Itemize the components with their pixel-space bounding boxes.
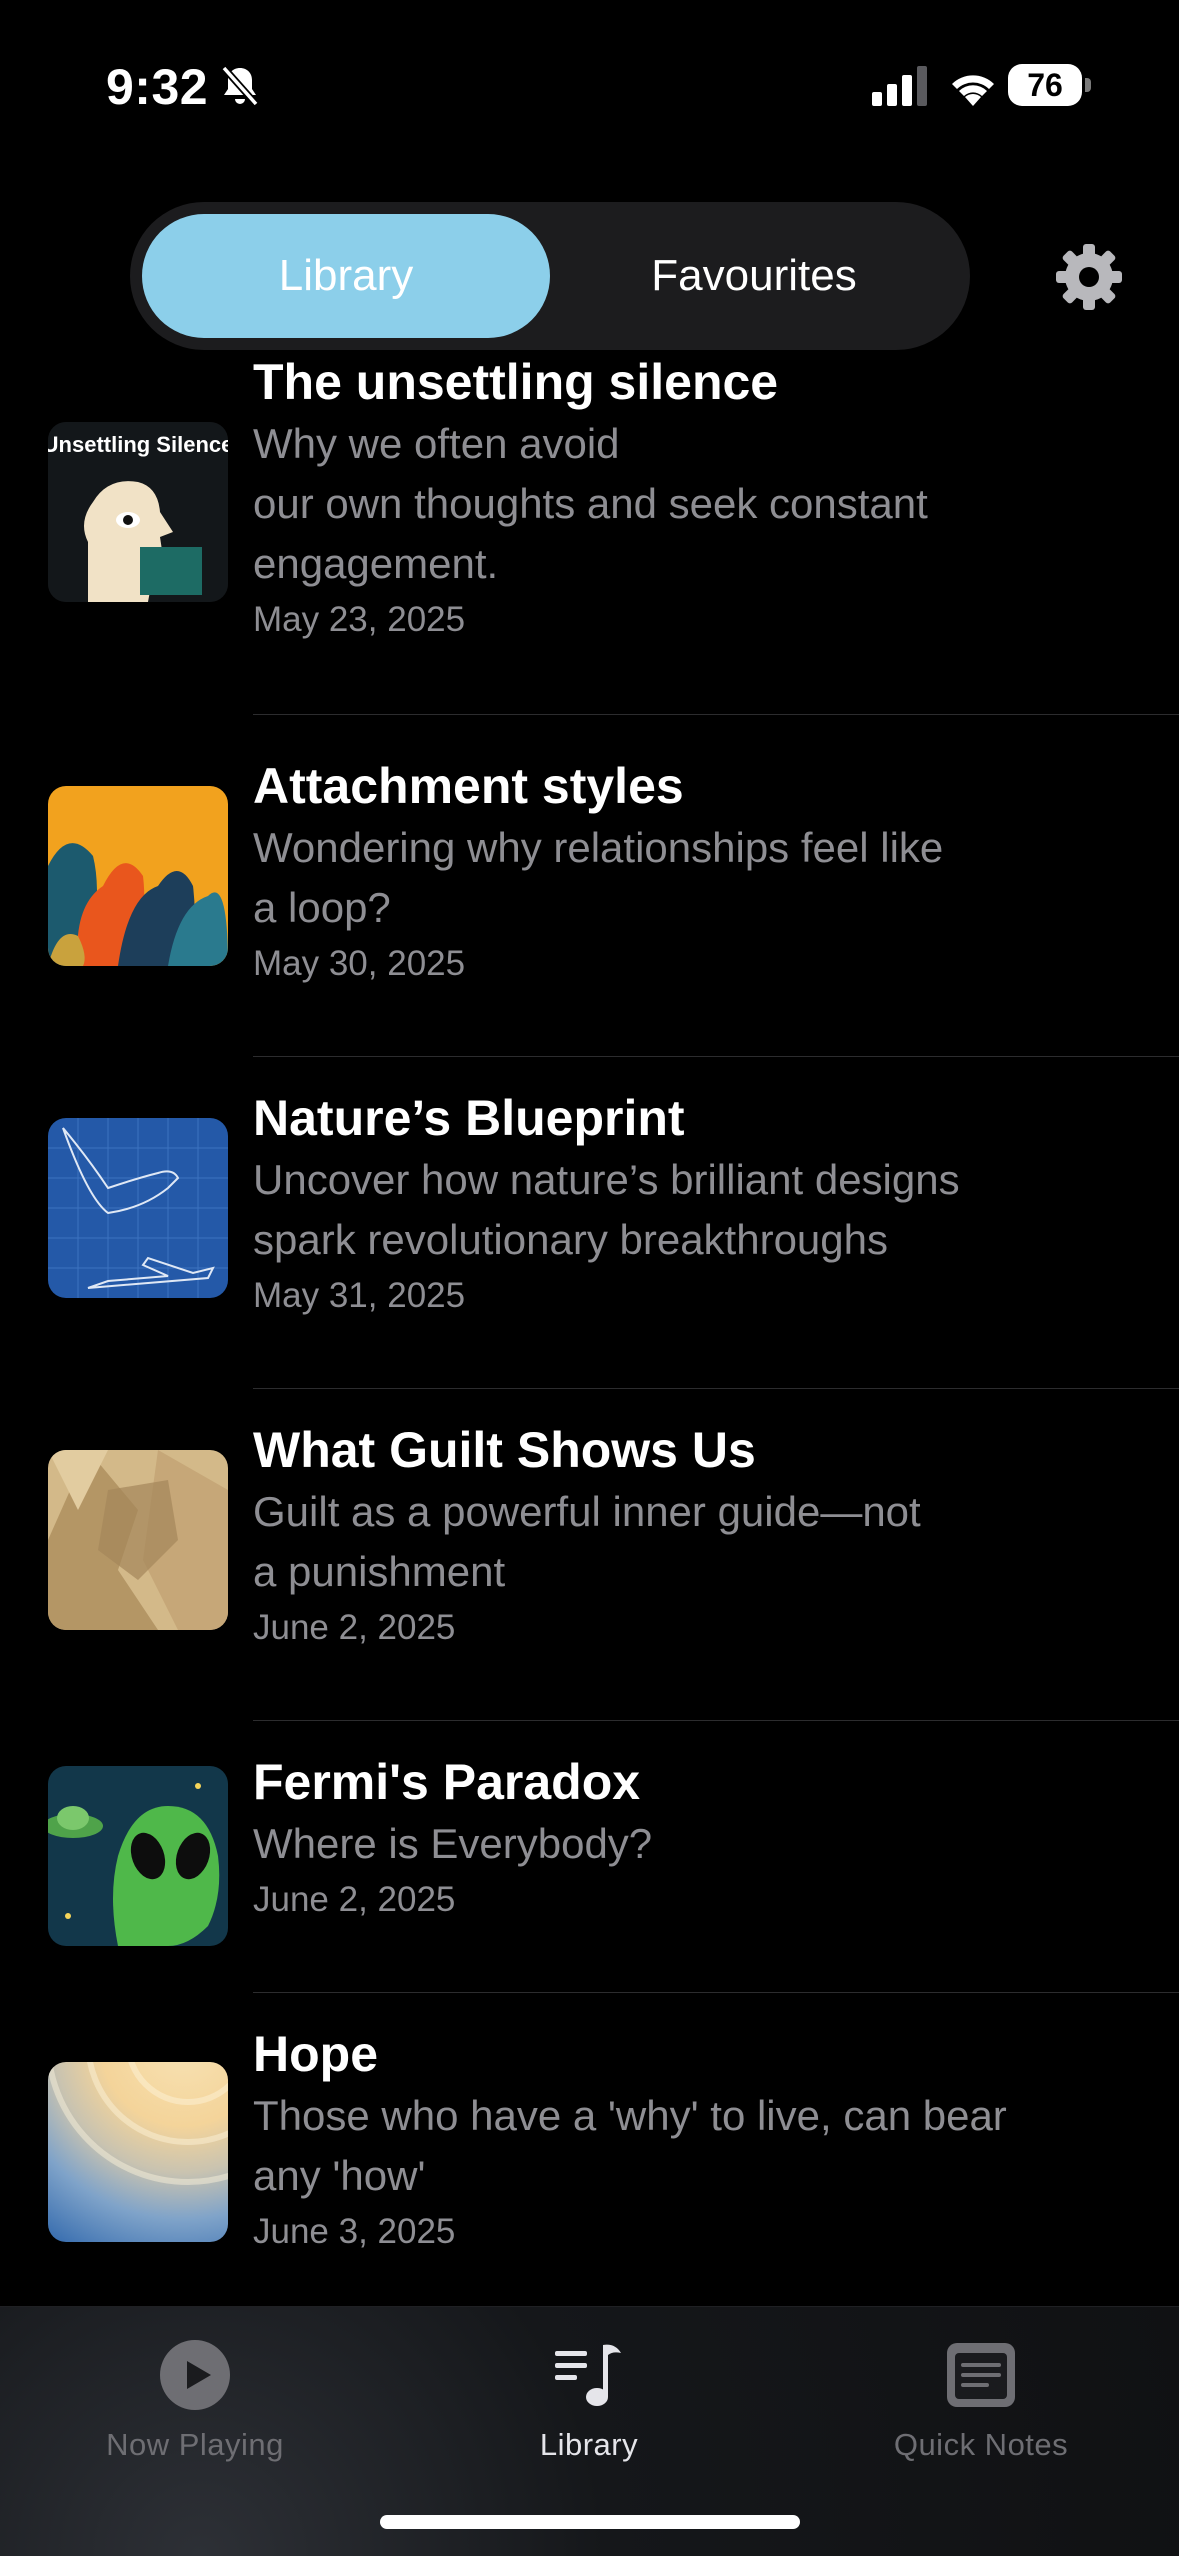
status-bar: 9:32 76 <box>0 0 1179 170</box>
episode-title: Attachment styles <box>253 758 684 814</box>
tab-library[interactable]: Library <box>142 214 550 338</box>
episode-artwork <box>48 786 228 966</box>
episode-date: June 3, 2025 <box>253 2212 456 2251</box>
battery-level: 76 <box>1008 64 1082 106</box>
episode-subtitle: Guilt as a powerful inner guide—not a pun… <box>253 1488 921 1595</box>
episode-subtitle: Where is Everybody? <box>253 1820 653 1867</box>
tab-label: Quick Notes <box>893 2427 1069 2462</box>
list-item[interactable]: Hope Those who have a 'why' to live, can… <box>0 1992 1179 2306</box>
guilt-artwork <box>48 1450 228 1630</box>
episode-date: May 23, 2025 <box>253 600 466 639</box>
screen: 9:32 76 Library Favourites Unsettling Si… <box>0 0 1179 2556</box>
tab-label: Now Playing <box>106 2427 284 2462</box>
tab-now-playing[interactable]: Now Playing <box>45 2327 345 2477</box>
divider <box>253 714 1179 715</box>
episode-list[interactable]: Unsettling Silence The unsettling silenc… <box>0 360 1179 2306</box>
episode-text: Attachment styles Wondering why relation… <box>253 754 1113 990</box>
wifi-icon <box>952 75 994 106</box>
episode-title: What Guilt Shows Us <box>253 1422 756 1478</box>
list-item[interactable]: Nature’s Blueprint Uncover how nature’s … <box>0 1056 1179 1389</box>
music-list-icon <box>555 2344 621 2406</box>
list-item[interactable]: Fermi's Paradox Where is Everybody? June… <box>0 1720 1179 1993</box>
attachment-artwork <box>48 786 228 966</box>
alien-artwork <box>48 1766 228 1946</box>
list-item[interactable]: Attachment styles Wondering why relation… <box>0 724 1179 1057</box>
episode-artwork <box>48 1766 228 1946</box>
episode-subtitle: Why we often avoid our own thoughts and s… <box>253 420 928 587</box>
list-item[interactable]: Unsettling Silence The unsettling silenc… <box>0 360 1179 770</box>
silence-artwork: Unsettling Silence <box>48 422 228 602</box>
episode-subtitle: Wondering why relationships feel like a l… <box>253 824 944 931</box>
battery-cap <box>1085 78 1091 92</box>
episode-date: May 30, 2025 <box>253 944 466 983</box>
episode-artwork <box>48 2062 228 2242</box>
episode-subtitle: Those who have a 'why' to live, can bear… <box>253 2092 1007 2199</box>
cellular-signal-icon <box>872 66 927 106</box>
episode-title: Fermi's Paradox <box>253 1754 641 1810</box>
episode-text: Nature’s Blueprint Uncover how nature’s … <box>253 1086 1113 1322</box>
episode-text: The unsettling silence Why we often avoi… <box>253 360 1113 646</box>
play-circle-icon <box>160 2340 230 2410</box>
bell-slash-icon <box>221 65 259 107</box>
episode-title: The unsettling silence <box>253 360 779 410</box>
tab-label: Library <box>539 2427 639 2462</box>
episode-artwork: Unsettling Silence <box>48 422 228 602</box>
tab-quick-notes[interactable]: Quick Notes <box>831 2327 1131 2477</box>
episode-artwork <box>48 1450 228 1630</box>
notes-icon <box>947 2343 1015 2407</box>
home-indicator[interactable] <box>380 2515 800 2529</box>
episode-date: June 2, 2025 <box>253 1880 456 1919</box>
episode-subtitle: Uncover how nature’s brilliant designs sp… <box>253 1156 960 1263</box>
artwork-text: Unsettling Silence <box>48 432 228 457</box>
hope-artwork <box>48 2062 228 2242</box>
list-item[interactable]: What Guilt Shows Us Guilt as a powerful … <box>0 1388 1179 1721</box>
episode-text: Fermi's Paradox Where is Everybody? June… <box>253 1750 1113 1926</box>
episode-date: June 2, 2025 <box>253 1608 456 1647</box>
episode-date: May 31, 2025 <box>253 1276 466 1315</box>
episode-text: Hope Those who have a 'why' to live, can… <box>253 2022 1113 2258</box>
status-time: 9:32 <box>106 59 209 115</box>
library-favourites-switch: Library Favourites <box>130 202 970 350</box>
tab-library-nav[interactable]: Library <box>439 2327 739 2477</box>
episode-title: Hope <box>253 2026 378 2082</box>
battery-icon: 76 <box>1008 64 1091 106</box>
blueprint-artwork <box>48 1118 228 1298</box>
episode-title: Nature’s Blueprint <box>253 1090 685 1146</box>
gear-icon[interactable] <box>1054 242 1124 312</box>
episode-text: What Guilt Shows Us Guilt as a powerful … <box>253 1418 1113 1654</box>
episode-artwork <box>48 1118 228 1298</box>
tab-favourites[interactable]: Favourites <box>550 214 958 338</box>
